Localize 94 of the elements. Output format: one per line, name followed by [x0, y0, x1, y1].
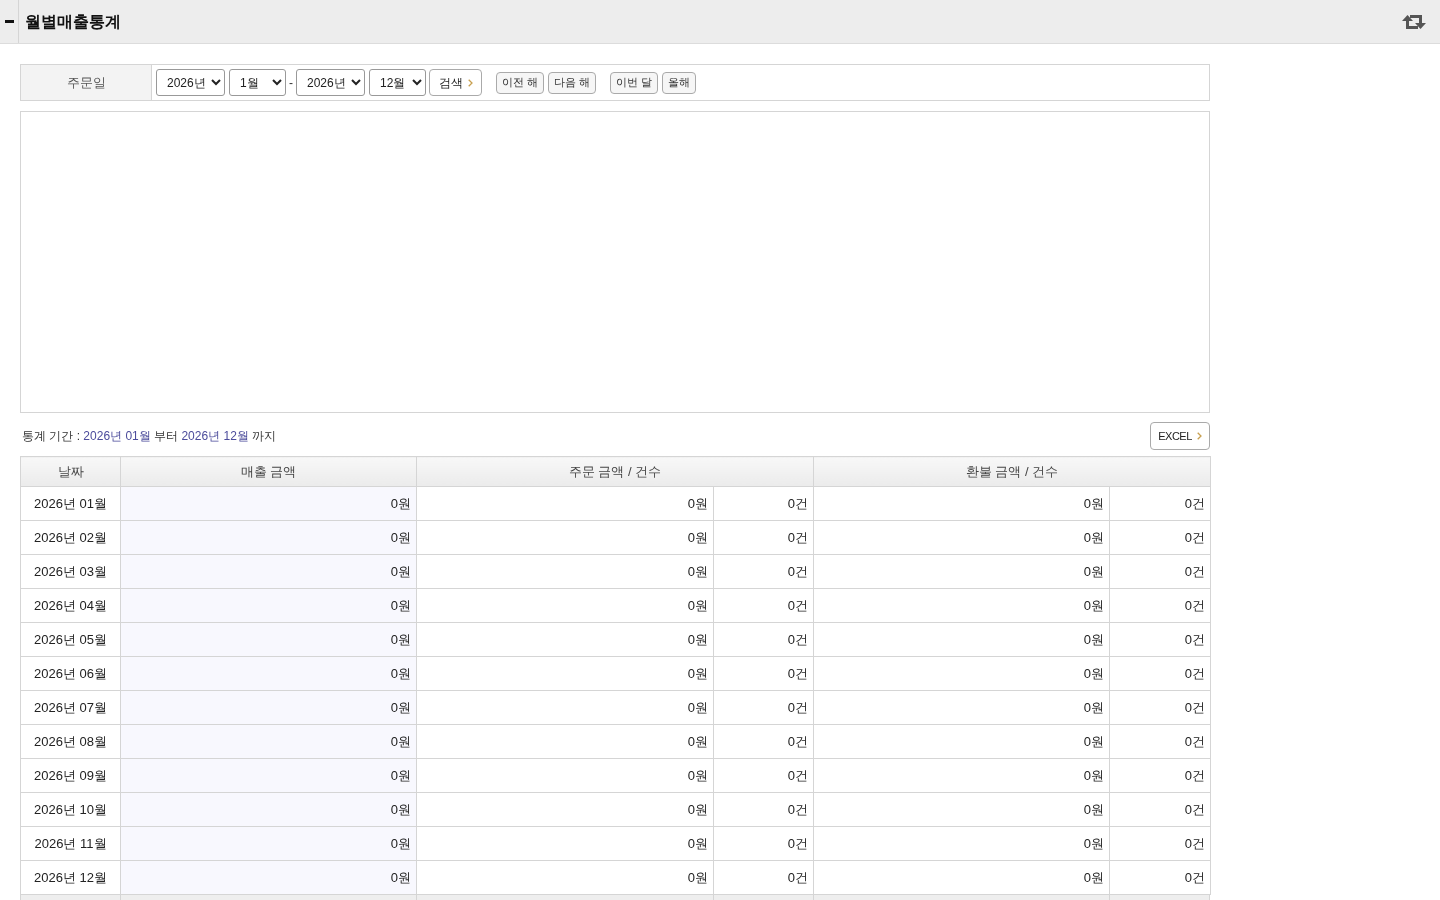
table-cell: 0건 [713, 520, 814, 555]
refresh-icon[interactable] [1402, 13, 1426, 30]
table-cell: 0건 [1109, 860, 1211, 895]
table-cell: 0원 [813, 656, 1110, 691]
range-separator: - [289, 74, 293, 92]
table-cell: 0원 [416, 724, 714, 759]
table-cell: 0원 [416, 622, 714, 657]
quick-button[interactable]: 이전 해 [496, 71, 545, 94]
column-header: 매출 금액 [120, 456, 417, 487]
table-cell: 0건 [1109, 792, 1211, 827]
table-cell: 0원 [120, 860, 417, 895]
table-cell: 0원 [416, 826, 714, 861]
table-cell: 0원 [416, 690, 714, 725]
table-cell: 2026년 04월 [20, 588, 121, 623]
table-cell: 0건 [713, 758, 814, 793]
table-cell: 2026년 01월 [20, 486, 121, 521]
table-cell: 2026년 08월 [20, 724, 121, 759]
table-cell: 0원 [120, 656, 417, 691]
table-cell: 0원 [120, 520, 417, 555]
table-cell: 2026년 03월 [20, 554, 121, 589]
table-cell: 0건 [1109, 656, 1211, 691]
field-label: 주문일 [21, 65, 152, 100]
table-cell: 0건 [713, 588, 814, 623]
table-cell: 0건 [1109, 690, 1211, 725]
table-cell: 2026년 11월 [20, 826, 121, 861]
table-cell: 0건 [1109, 486, 1211, 521]
search-button[interactable]: 검색 [429, 69, 482, 96]
table-cell: 0원 [120, 554, 417, 589]
table-cell: 0원 [416, 656, 714, 691]
table-cell: 0원 [416, 486, 714, 521]
table-cell: 0건 [713, 486, 814, 521]
table-cell: 0원 [813, 792, 1110, 827]
quick-button[interactable]: 이번 달 [610, 71, 659, 94]
table-cell: 0원 [813, 860, 1110, 895]
year-select[interactable]: 2026년 [156, 69, 225, 96]
table-cell: 0건 [1109, 826, 1211, 861]
quick-button[interactable]: 다음 해 [548, 71, 597, 94]
page-title: 월별매출통계 [25, 11, 121, 32]
table-cell: 0원 [416, 588, 714, 623]
table-cell: 0건 [713, 690, 814, 725]
table-cell: 0건 [1109, 588, 1211, 623]
period-text: 통계 기간 : 2026년 01월 부터 2026년 12월 까지 [21, 428, 277, 445]
table-cell: 0원 [120, 792, 417, 827]
table-cell: 0원 [120, 622, 417, 657]
table-cell: 0원 [416, 860, 714, 895]
table-cell: 0원 [120, 758, 417, 793]
table-cell: 0건 [713, 860, 814, 895]
table-cell: 0원 [120, 724, 417, 759]
collapse-icon[interactable] [4, 20, 14, 23]
table-cell: 0원 [416, 792, 714, 827]
table-cell: 2026년 02월 [20, 520, 121, 555]
table-cell: 0원 [120, 588, 417, 623]
table-cell: 0건 [713, 656, 814, 691]
column-header: 날짜 [20, 456, 121, 487]
table-cell: 0원 [813, 486, 1110, 521]
table-cell: 0건 [713, 826, 814, 861]
month-select[interactable]: 12월 [369, 69, 426, 96]
year-select[interactable]: 2026년 [296, 69, 365, 96]
table-cell: 0원 [813, 554, 1110, 589]
table-cell: 0원 [813, 690, 1110, 725]
table-cell: 0원 [120, 690, 417, 725]
table-cell: 0건 [713, 622, 814, 657]
table-cell: 0원 [813, 520, 1110, 555]
table-cell: 2026년 09월 [20, 758, 121, 793]
table-cell: 2026년 12월 [20, 860, 121, 895]
table-cell: 0건 [1109, 758, 1211, 793]
table-cell: 0건 [713, 724, 814, 759]
table-cell: 0원 [416, 758, 714, 793]
excel-button[interactable]: EXCEL [1150, 422, 1210, 450]
table-cell: 0원 [813, 758, 1110, 793]
table-cell: 0건 [1109, 622, 1211, 657]
table-cell: 2026년 10월 [20, 792, 121, 827]
table-cell: 0원 [416, 520, 714, 555]
table-cell: 0원 [813, 622, 1110, 657]
quick-button[interactable]: 올해 [662, 71, 697, 94]
table-cell: 0원 [120, 826, 417, 861]
table-cell: 0원 [416, 554, 714, 589]
table-cell: 0원 [813, 724, 1110, 759]
month-select[interactable]: 1월 [229, 69, 286, 96]
table-cell: 0원 [813, 588, 1110, 623]
table-cell: 2026년 06월 [20, 656, 121, 691]
chevron-right-icon [1196, 432, 1202, 440]
chevron-right-icon [467, 78, 473, 87]
table-cell: 0원 [120, 486, 417, 521]
table-cell: 0건 [713, 554, 814, 589]
table-cell: 0원 [813, 826, 1110, 861]
table-cell: 0건 [1109, 554, 1211, 589]
table-cell: 2026년 05월 [20, 622, 121, 657]
column-header: 주문 금액 / 건수 [416, 456, 814, 487]
table-cell: 0건 [1109, 724, 1211, 759]
table-cell: 0건 [1109, 520, 1211, 555]
column-header: 환불 금액 / 건수 [813, 456, 1211, 487]
table-cell: 0건 [713, 792, 814, 827]
table-cell: 2026년 07월 [20, 690, 121, 725]
